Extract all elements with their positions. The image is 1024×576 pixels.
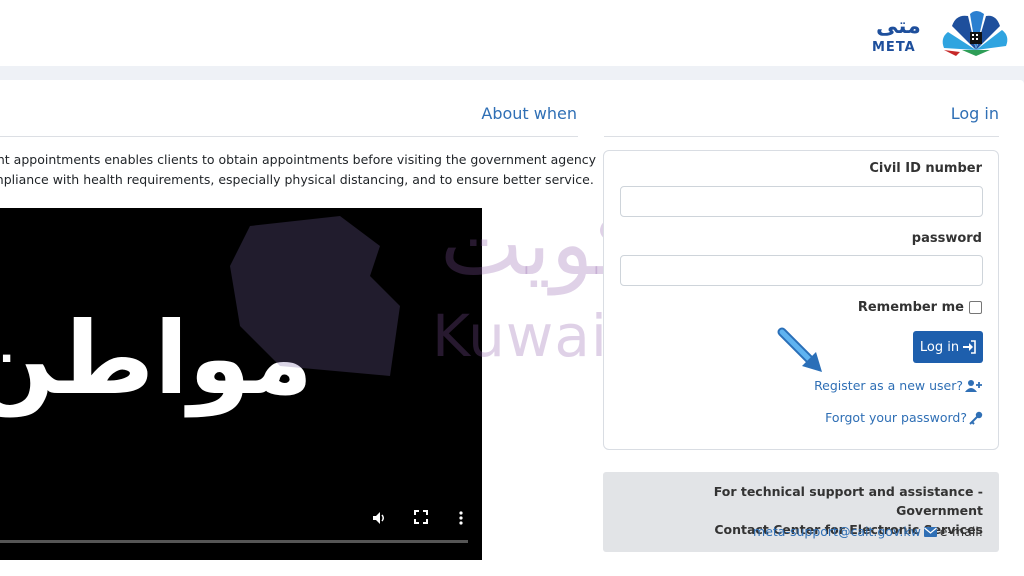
about-title: About when — [481, 104, 577, 123]
support-line-1: For technical support and assistance - G… — [713, 484, 983, 518]
meta-logo[interactable]: متى META — [870, 4, 1020, 60]
forgot-password-label: Forgot your password? — [825, 410, 967, 425]
about-description: ment appointments enables clients to obt… — [0, 150, 597, 190]
video-progress-bar[interactable] — [0, 540, 468, 543]
top-header: متى META — [0, 0, 1024, 66]
register-link[interactable]: Register as a new user? — [814, 378, 983, 393]
login-divider — [604, 136, 999, 137]
logo-arabic-text: متى — [876, 14, 921, 39]
support-email-label: e-mail: — [939, 524, 983, 539]
register-link-label: Register as a new user? — [814, 378, 963, 393]
login-button[interactable]: Log in — [913, 331, 983, 363]
remember-me-label: Remember me — [857, 300, 964, 315]
user-plus-icon — [965, 380, 982, 392]
about-text-line-2: compliance with health requirements, esp… — [0, 172, 594, 187]
remember-me-checkbox[interactable] — [969, 301, 982, 314]
more-options-icon[interactable] — [452, 510, 470, 528]
civil-id-label: Civil ID number — [869, 161, 982, 176]
login-button-label: Log in — [919, 339, 960, 355]
fullscreen-icon[interactable] — [412, 510, 430, 528]
intro-video[interactable]: مواطن — [0, 208, 482, 560]
about-text-line-1: ment appointments enables clients to obt… — [0, 152, 597, 167]
envelope-icon — [923, 526, 937, 537]
support-email: meta-support@cait.gov.kw e-mail: — [753, 524, 983, 539]
password-label: password — [911, 231, 982, 246]
civil-id-input[interactable] — [620, 186, 983, 217]
sign-in-icon — [963, 340, 976, 354]
logo-emblem-icon — [942, 11, 1008, 56]
video-overlay-text: مواطن — [0, 300, 314, 417]
password-input[interactable] — [620, 255, 983, 286]
login-title: Log in — [950, 104, 999, 123]
volume-icon[interactable] — [370, 510, 388, 528]
about-divider — [0, 136, 578, 137]
key-icon — [969, 411, 983, 425]
logo-english-text: META — [872, 40, 916, 55]
support-email-link[interactable]: meta-support@cait.gov.kw — [753, 524, 921, 539]
forgot-password-link[interactable]: Forgot your password? — [825, 410, 983, 425]
